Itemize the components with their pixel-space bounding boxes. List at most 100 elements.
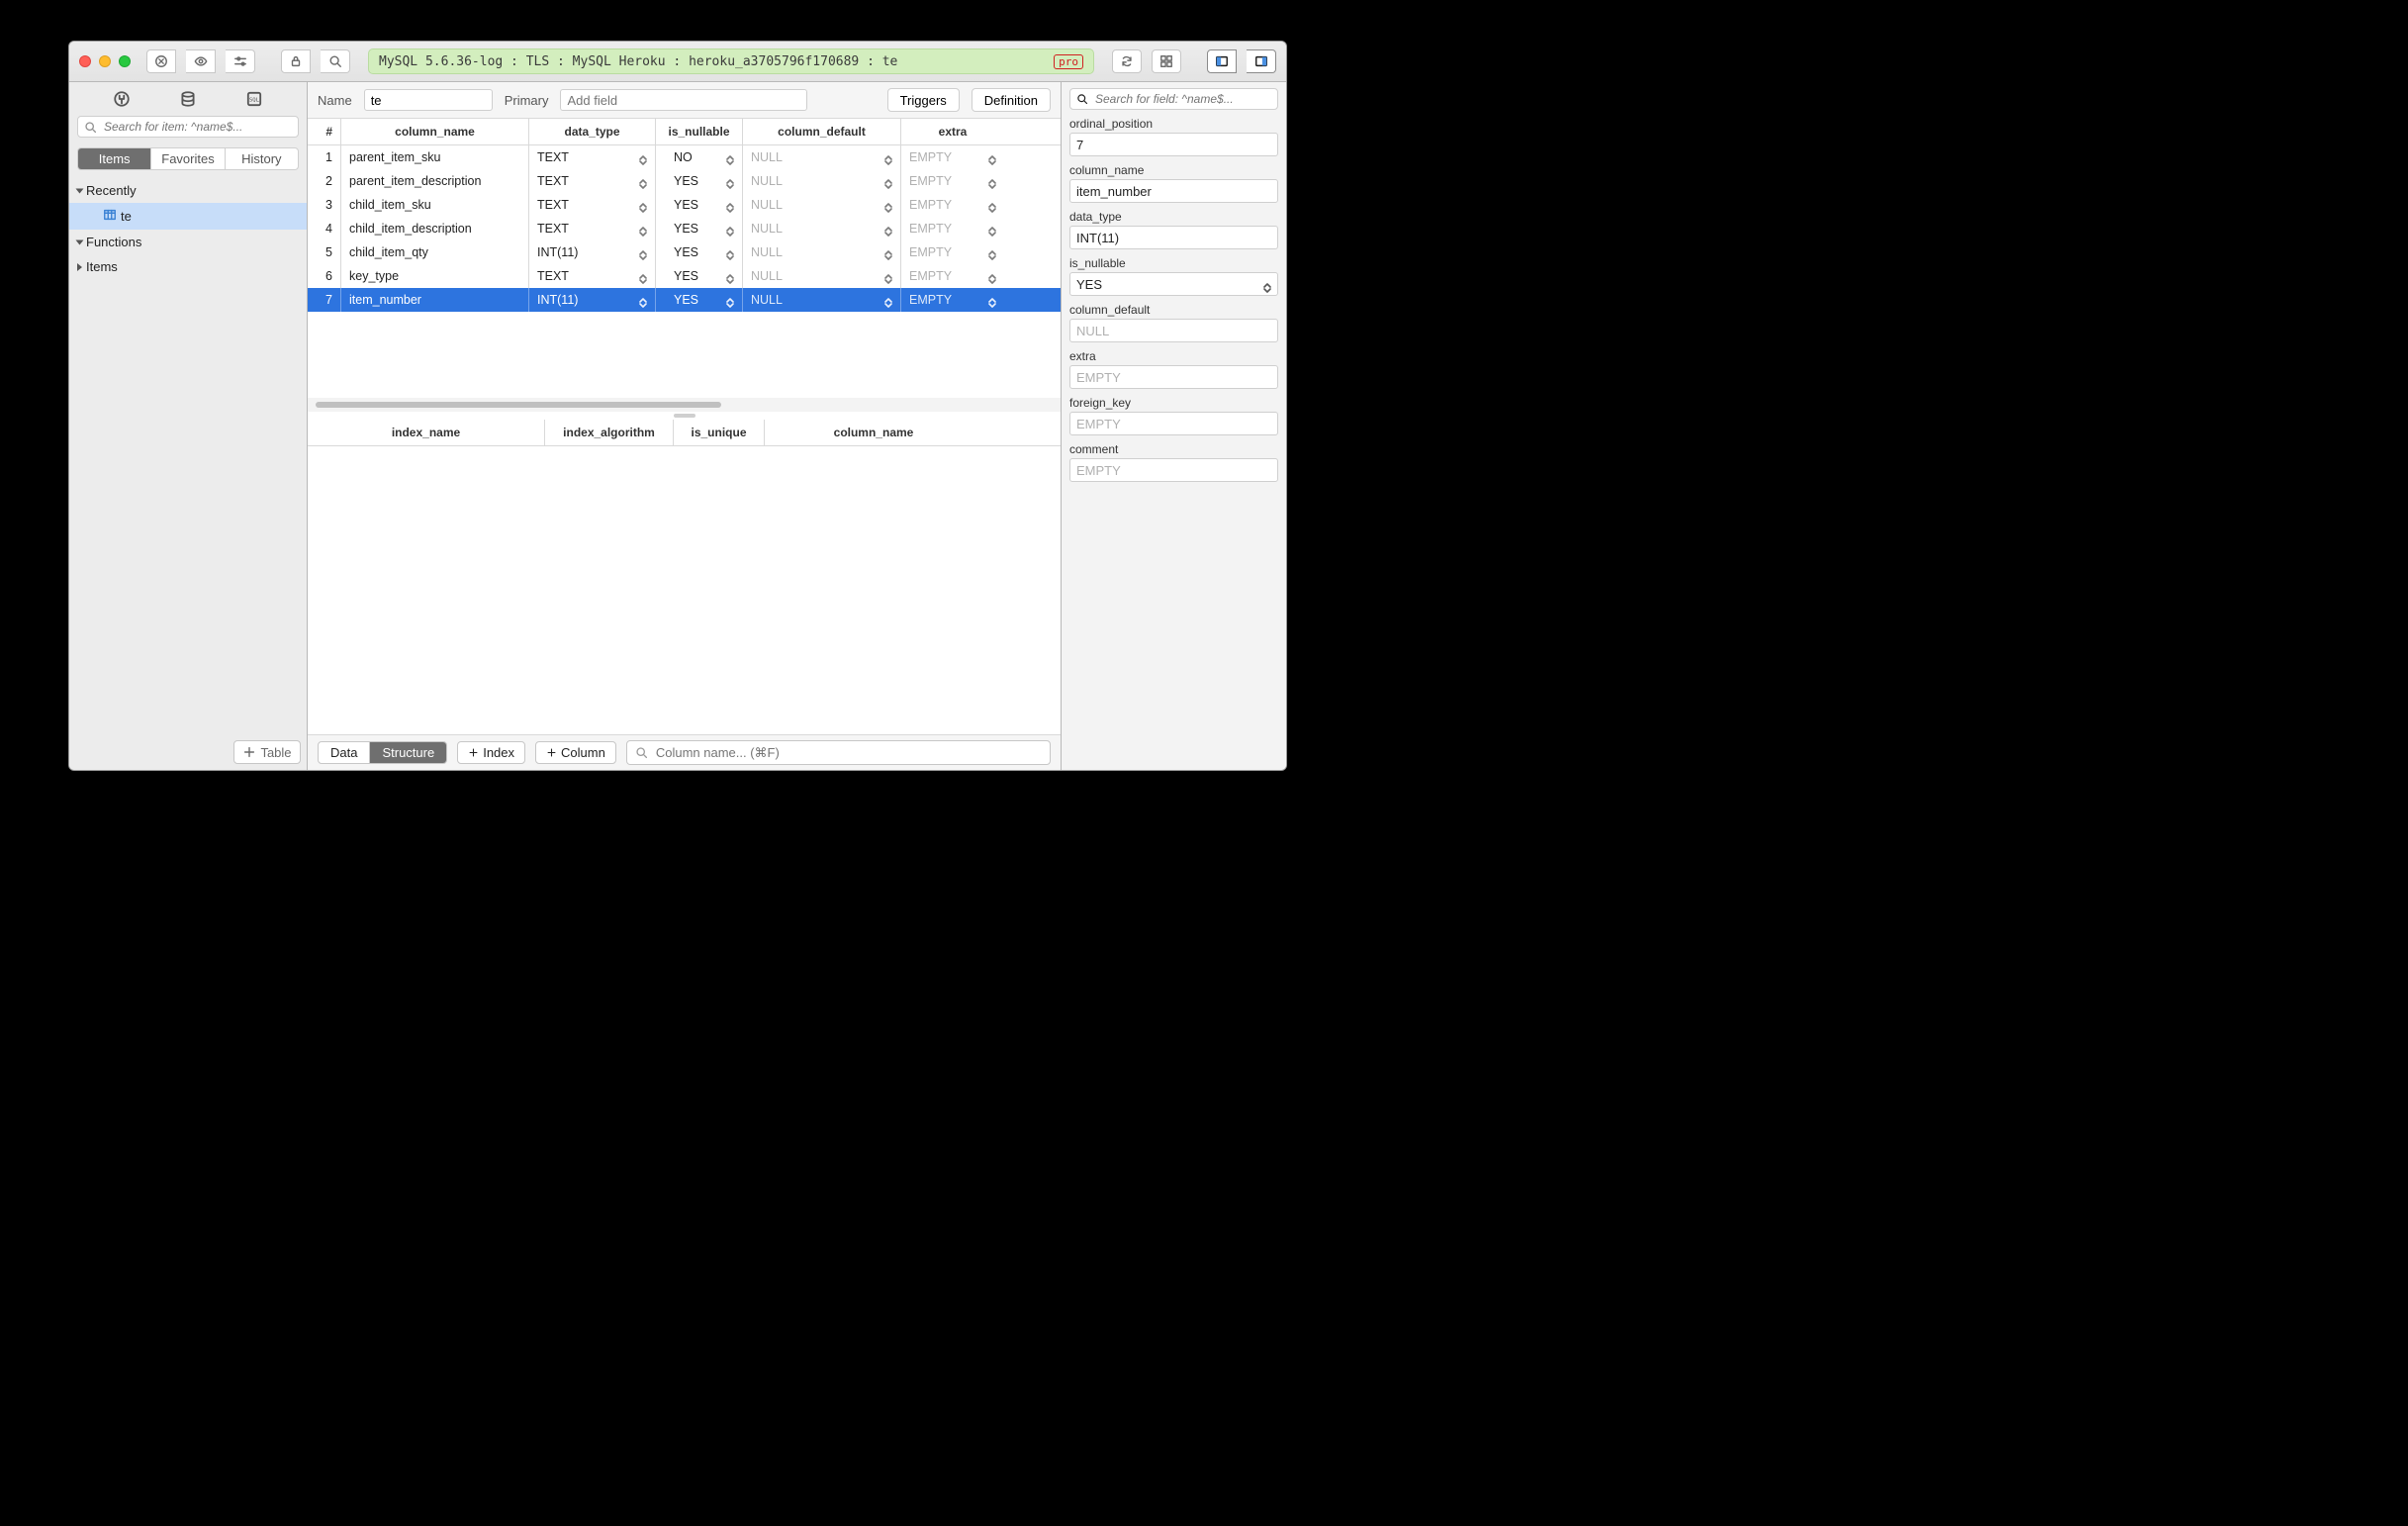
sidebar-group-recently[interactable]: Recently (69, 178, 307, 203)
cell-column-default[interactable]: NULL (743, 288, 901, 312)
cell-extra[interactable]: EMPTY (901, 240, 1004, 264)
cell-is-nullable[interactable]: YES (656, 264, 743, 288)
cell-column-default[interactable]: NULL (743, 264, 901, 288)
cell-is-nullable[interactable]: YES (656, 169, 743, 193)
cell-extra[interactable]: EMPTY (901, 217, 1004, 240)
cell-is-nullable[interactable]: NO (656, 145, 743, 169)
toolbar-preview-button[interactable] (186, 49, 216, 73)
add-field-input[interactable] (560, 89, 807, 111)
bottom-search[interactable] (626, 740, 1051, 765)
toolbar-settings-button[interactable] (226, 49, 255, 73)
inspector-search-input[interactable] (1093, 91, 1271, 107)
cell-column-default[interactable]: NULL (743, 145, 901, 169)
sql-icon[interactable]: SQL (245, 90, 263, 108)
horizontal-scrollbar[interactable] (308, 398, 1061, 412)
cell-data-type[interactable]: INT(11) (529, 288, 656, 312)
field-input[interactable]: EMPTY (1069, 365, 1278, 389)
idx-header-algo[interactable]: index_algorithm (545, 420, 674, 445)
field-input[interactable]: item_number (1069, 179, 1278, 203)
toolbar-left-panel-toggle[interactable] (1207, 49, 1237, 73)
sidebar-group-items[interactable]: Items (69, 254, 307, 279)
table-row[interactable]: 3child_item_skuTEXTYESNULLEMPTY (308, 193, 1061, 217)
cell-column-default[interactable]: NULL (743, 193, 901, 217)
toolbar-refresh-button[interactable] (1112, 49, 1142, 73)
table-row[interactable]: 2parent_item_descriptionTEXTYESNULLEMPTY (308, 169, 1061, 193)
minimize-window-button[interactable] (99, 55, 111, 67)
col-header-default[interactable]: column_default (743, 119, 901, 144)
cell-extra[interactable]: EMPTY (901, 264, 1004, 288)
cell-data-type[interactable]: TEXT (529, 193, 656, 217)
idx-header-name[interactable]: index_name (308, 420, 545, 445)
cell-column-default[interactable]: NULL (743, 240, 901, 264)
cell-extra[interactable]: EMPTY (901, 288, 1004, 312)
toolbar-search-button[interactable] (321, 49, 350, 73)
col-header-idx[interactable]: # (308, 119, 341, 144)
cell-column-name[interactable]: child_item_description (341, 217, 529, 240)
cell-column-name[interactable]: parent_item_description (341, 169, 529, 193)
idx-header-unique[interactable]: is_unique (674, 420, 765, 445)
table-row[interactable]: 7item_numberINT(11)YESNULLEMPTY (308, 288, 1061, 312)
cell-data-type[interactable]: INT(11) (529, 240, 656, 264)
cell-data-type[interactable]: TEXT (529, 264, 656, 288)
sidebar-item-te[interactable]: te (69, 203, 307, 230)
cell-column-name[interactable]: key_type (341, 264, 529, 288)
cell-is-nullable[interactable]: YES (656, 193, 743, 217)
cell-data-type[interactable]: TEXT (529, 169, 656, 193)
cell-is-nullable[interactable]: YES (656, 217, 743, 240)
add-table-button[interactable]: Table (233, 740, 301, 764)
seg-items[interactable]: Items (78, 148, 150, 169)
cell-column-name[interactable]: parent_item_sku (341, 145, 529, 169)
cell-extra[interactable]: EMPTY (901, 145, 1004, 169)
cell-extra[interactable]: EMPTY (901, 169, 1004, 193)
cell-extra[interactable]: EMPTY (901, 193, 1004, 217)
cell-column-name[interactable]: item_number (341, 288, 529, 312)
pane-splitter[interactable] (308, 412, 1061, 420)
col-header-extra[interactable]: extra (901, 119, 1004, 144)
cell-column-name[interactable]: child_item_sku (341, 193, 529, 217)
bottom-search-input[interactable] (654, 744, 1042, 761)
field-input[interactable]: EMPTY (1069, 412, 1278, 435)
cell-column-default[interactable]: NULL (743, 169, 901, 193)
field-input[interactable]: NULL (1069, 319, 1278, 342)
add-column-button[interactable]: Column (535, 741, 616, 764)
sidebar-group-functions[interactable]: Functions (69, 230, 307, 254)
field-input[interactable]: EMPTY (1069, 458, 1278, 482)
add-index-button[interactable]: Index (457, 741, 525, 764)
triggers-button[interactable]: Triggers (887, 88, 960, 112)
cell-is-nullable[interactable]: YES (656, 240, 743, 264)
seg-history[interactable]: History (225, 148, 298, 169)
table-row[interactable]: 4child_item_descriptionTEXTYESNULLEMPTY (308, 217, 1061, 240)
toolbar-lock-button[interactable] (281, 49, 311, 73)
col-header-dtype[interactable]: data_type (529, 119, 656, 144)
toolbar-cancel-button[interactable] (146, 49, 176, 73)
col-header-name[interactable]: column_name (341, 119, 529, 144)
cell-is-nullable[interactable]: YES (656, 288, 743, 312)
database-icon[interactable] (179, 90, 197, 108)
definition-button[interactable]: Definition (972, 88, 1051, 112)
field-input[interactable]: INT(11) (1069, 226, 1278, 249)
close-window-button[interactable] (79, 55, 91, 67)
seg-favorites[interactable]: Favorites (150, 148, 224, 169)
cell-data-type[interactable]: TEXT (529, 217, 656, 240)
chevron-updown-icon (639, 197, 647, 213)
idx-header-col[interactable]: column_name (765, 420, 982, 445)
seg-data[interactable]: Data (319, 742, 369, 763)
field-select[interactable]: YES (1069, 272, 1278, 296)
plug-icon[interactable] (113, 90, 131, 108)
sidebar-search-input[interactable] (102, 119, 292, 135)
zoom-window-button[interactable] (119, 55, 131, 67)
cell-column-default[interactable]: NULL (743, 217, 901, 240)
toolbar-grid-button[interactable] (1152, 49, 1181, 73)
col-header-nullable[interactable]: is_nullable (656, 119, 743, 144)
sidebar-search[interactable] (77, 116, 299, 138)
table-row[interactable]: 5child_item_qtyINT(11)YESNULLEMPTY (308, 240, 1061, 264)
seg-structure[interactable]: Structure (369, 742, 446, 763)
cell-data-type[interactable]: TEXT (529, 145, 656, 169)
cell-column-name[interactable]: child_item_qty (341, 240, 529, 264)
table-name-input[interactable] (364, 89, 493, 111)
table-row[interactable]: 6key_typeTEXTYESNULLEMPTY (308, 264, 1061, 288)
table-row[interactable]: 1parent_item_skuTEXTNONULLEMPTY (308, 145, 1061, 169)
field-input[interactable]: 7 (1069, 133, 1278, 156)
inspector-search[interactable] (1069, 88, 1278, 110)
toolbar-right-panel-toggle[interactable] (1247, 49, 1276, 73)
